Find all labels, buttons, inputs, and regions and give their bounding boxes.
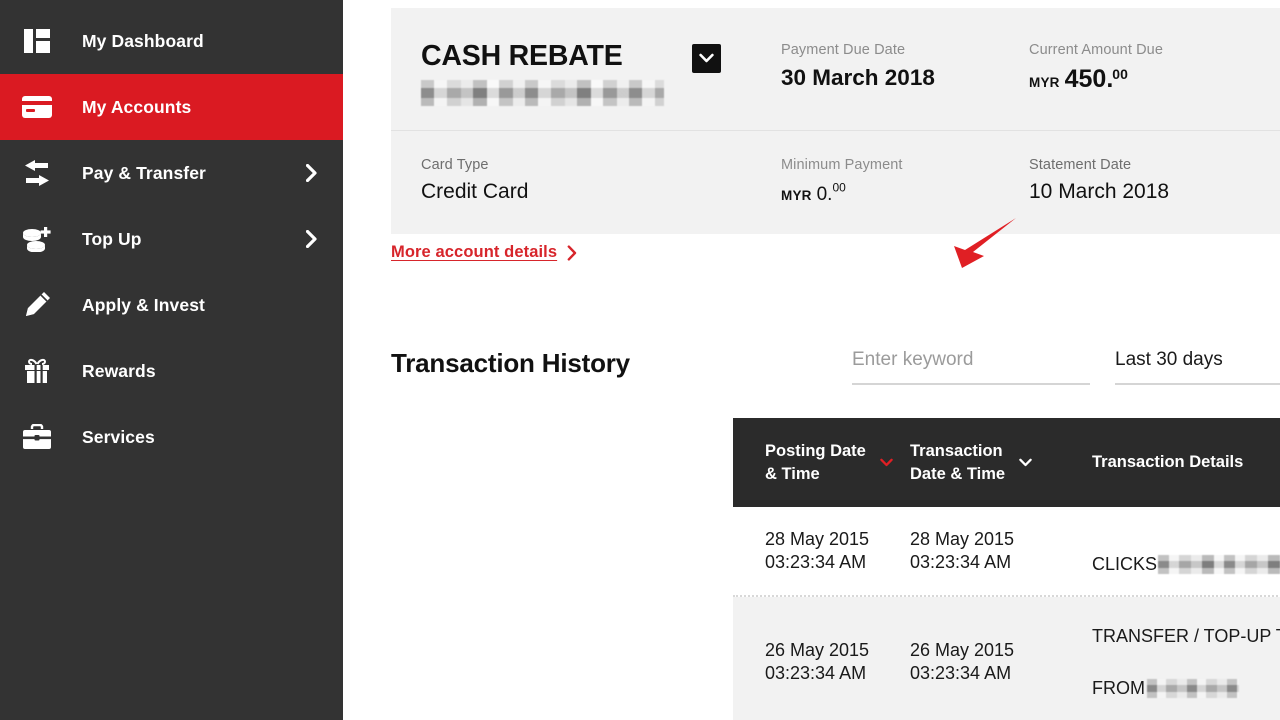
column-header-label: Transaction Date & Time: [910, 442, 1006, 483]
sidebar-item-rewards[interactable]: Rewards: [0, 338, 343, 404]
transfer-arrows-icon: [8, 160, 66, 186]
search-input[interactable]: Enter keyword: [852, 349, 1090, 371]
current-amount-due-value: MYR 450.00: [1029, 65, 1280, 94]
details-line-2: FROM: [1092, 675, 1280, 701]
table-row[interactable]: 26 May 2015 03:23:34 AM 26 May 2015 03:2…: [733, 597, 1280, 720]
details-line2-prefix: FROM: [1092, 678, 1145, 699]
card-type-label: Card Type: [421, 156, 489, 173]
sidebar-item-label: My Accounts: [82, 96, 192, 117]
column-header-transaction-details[interactable]: Transaction Details: [1092, 451, 1280, 473]
transaction-history-header: Transaction History Enter keyword Last 3…: [391, 349, 1280, 385]
coins-plus-icon: [8, 226, 66, 252]
statement-date-field: Statement Date 10 March 2018: [1029, 157, 1280, 204]
chevron-right-icon: [306, 164, 317, 182]
main-content: CASH REBATE Payment Due Date 30 March 20…: [343, 0, 1280, 720]
details-prefix: CLICKS: [1092, 554, 1158, 574]
period-filter-value[interactable]: Last 30 days: [1115, 349, 1280, 371]
account-summary-bottom-row: Card Type Credit Card Minimum Payment MY…: [391, 131, 1280, 234]
table-row[interactable]: 28 May 2015 03:23:34 AM 28 May 2015 03:2…: [733, 507, 1280, 597]
masked-account-number: [421, 79, 664, 106]
more-account-details-link[interactable]: More account details: [391, 243, 577, 262]
more-account-details-label: More account details: [391, 243, 558, 261]
currency-code: MYR: [1029, 75, 1060, 90]
sidebar-item-apply-and-invest[interactable]: Apply & Invest: [0, 272, 343, 338]
account-summary-top-row: CASH REBATE Payment Due Date 30 March 20…: [391, 8, 1280, 131]
chevron-down-icon[interactable]: [880, 458, 893, 467]
sidebar-item-pay-and-transfer[interactable]: Pay & Transfer: [0, 140, 343, 206]
sidebar-item-label: Rewards: [82, 360, 156, 381]
briefcase-icon: [8, 424, 66, 450]
sidebar-item-label: Top Up: [82, 228, 142, 249]
statement-date-value: 10 March 2018: [1029, 179, 1170, 203]
account-summary-card: CASH REBATE Payment Due Date 30 March 20…: [391, 8, 1280, 234]
sidebar-item-my-dashboard[interactable]: My Dashboard: [0, 8, 343, 74]
sidebar-item-label: Apply & Invest: [82, 294, 205, 315]
sidebar-item-top-up[interactable]: Top Up: [0, 206, 343, 272]
table-header-row: Posting Date & Time Transaction Date & T…: [733, 418, 1280, 507]
amount-cents: 00: [832, 180, 846, 194]
cell-transaction-details: TRANSFER / TOP-UP THANK YOU-CLICKS FROM: [1092, 597, 1280, 720]
details-line-1: TRANSFER / TOP-UP THANK YOU-CLICKS: [1092, 626, 1280, 647]
payment-due-date-field: Payment Due Date 30 March 2018: [781, 42, 1029, 91]
minimum-payment-field: Minimum Payment MYR 0.00: [781, 157, 1029, 206]
sidebar-item-label: Services: [82, 426, 155, 447]
sidebar-item-label: Pay & Transfer: [82, 162, 206, 183]
cell-transaction-details: CLICKSMY: [1092, 525, 1280, 577]
payment-due-date-label: Payment Due Date: [781, 42, 906, 58]
column-header-label: Transaction Details: [1092, 453, 1244, 472]
currency-code: MYR: [781, 187, 812, 203]
column-header-posting-date[interactable]: Posting Date & Time: [765, 440, 910, 485]
chevron-right-icon: [567, 244, 577, 261]
sidebar: My Dashboard My Accounts Pay & Transfer: [0, 0, 343, 720]
chevron-right-icon: [306, 230, 317, 248]
pen-icon: [8, 291, 66, 319]
current-amount-due-field: Current Amount Due MYR 450.00: [1029, 42, 1280, 94]
redacted-merchant-text: [1158, 555, 1280, 574]
amount-integer: 450.: [1064, 65, 1114, 93]
app-root: My Dashboard My Accounts Pay & Transfer: [0, 0, 1280, 720]
current-amount-due-label: Current Amount Due: [1029, 42, 1163, 58]
cell-posting-date: 26 May 2015 03:23:34 AM: [765, 639, 870, 684]
cell-transaction-date: 26 May 2015 03:23:34 AM: [910, 639, 1015, 684]
card-expand-toggle-button[interactable]: [692, 44, 721, 73]
statement-date-label: Statement Date: [1029, 156, 1132, 173]
transaction-history-table: Posting Date & Time Transaction Date & T…: [733, 418, 1280, 720]
chevron-down-icon: [699, 50, 714, 68]
transaction-search-field[interactable]: Enter keyword: [852, 349, 1090, 385]
redacted-account-text: [1147, 679, 1239, 699]
gift-icon: [8, 357, 66, 385]
column-header-transaction-date[interactable]: Transaction Date & Time: [910, 440, 1092, 485]
card-product-name: CASH REBATE: [421, 40, 623, 72]
dashboard-grid-icon: [8, 29, 66, 53]
sidebar-item-my-accounts[interactable]: My Accounts: [0, 74, 343, 140]
credit-card-icon: [8, 96, 66, 118]
payment-due-date-value: 30 March 2018: [781, 65, 935, 90]
cell-posting-date: 28 May 2015 03:23:34 AM: [765, 528, 870, 572]
minimum-payment-value: MYR 0.00: [781, 180, 1029, 206]
transaction-history-title: Transaction History: [391, 348, 630, 378]
amount-cents: 00: [1112, 65, 1128, 82]
minimum-payment-label: Minimum Payment: [781, 156, 903, 173]
amount-integer: 0.: [816, 183, 833, 205]
chevron-down-icon[interactable]: [1019, 458, 1032, 467]
transaction-period-filter[interactable]: Last 30 days: [1115, 349, 1280, 385]
sidebar-item-services[interactable]: Services: [0, 404, 343, 470]
column-header-label: Posting Date & Time: [765, 442, 866, 483]
card-type-value: Credit Card: [421, 179, 529, 203]
sidebar-item-label: My Dashboard: [82, 30, 204, 51]
card-name-column: CASH REBATE: [421, 42, 781, 106]
cell-transaction-date: 28 May 2015 03:23:34 AM: [910, 528, 1015, 572]
card-type-field: Card Type Credit Card: [421, 157, 781, 204]
